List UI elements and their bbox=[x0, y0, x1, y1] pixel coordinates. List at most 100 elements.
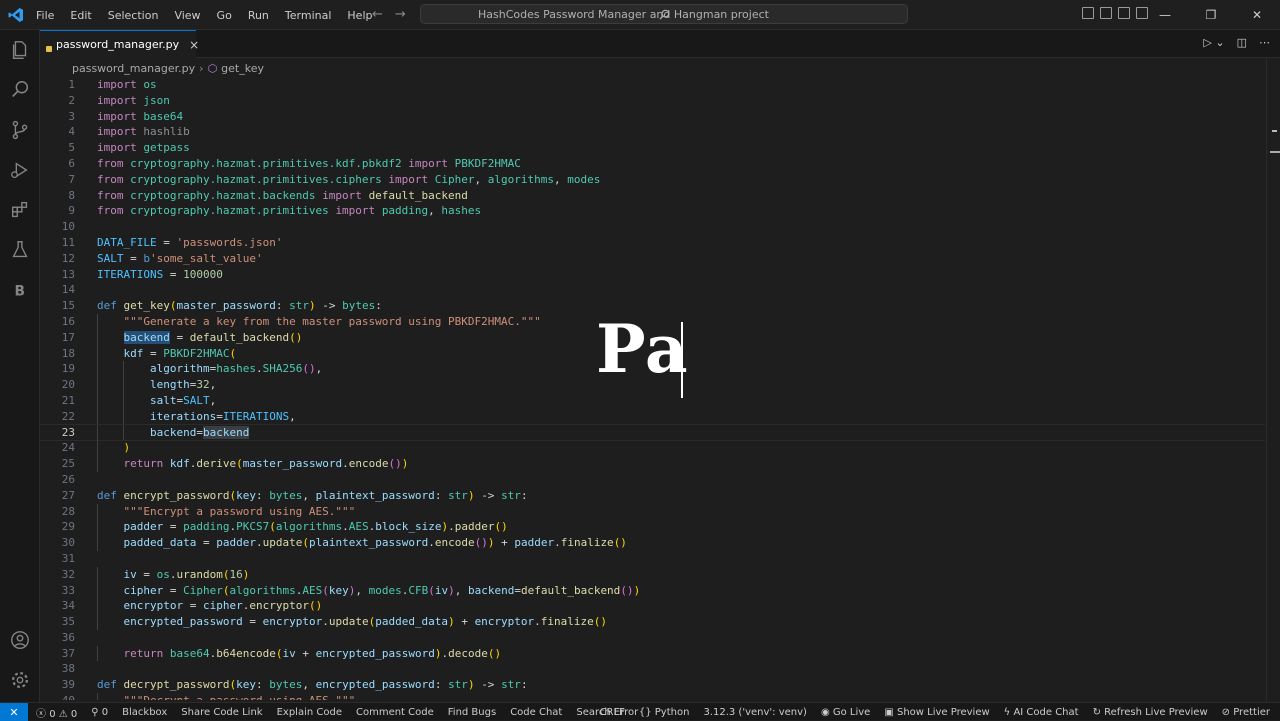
status-prettier[interactable]: ⊘ Prettier bbox=[1222, 707, 1270, 718]
menu-terminal[interactable]: Terminal bbox=[277, 9, 340, 22]
account-icon[interactable] bbox=[8, 628, 32, 652]
code-line[interactable]: 12 SALT = b'some_salt_value' bbox=[40, 251, 1265, 267]
status-go-live[interactable]: ◉ Go Live bbox=[821, 707, 870, 718]
line-number: 37 bbox=[61, 646, 75, 660]
code-line[interactable]: 10 bbox=[40, 219, 1265, 235]
line-number: 20 bbox=[61, 378, 75, 392]
forward-arrow-icon[interactable]: → bbox=[395, 7, 418, 22]
command-center-search[interactable]: HashCodes Password Manager and Hangman p… bbox=[420, 4, 908, 24]
code-line[interactable]: 1 import os bbox=[40, 77, 1265, 93]
code-line[interactable]: 36 bbox=[40, 630, 1265, 646]
code-line[interactable]: 14 bbox=[40, 282, 1265, 298]
breadcrumb-file[interactable]: password_manager.py bbox=[72, 62, 195, 75]
code-line[interactable]: 35 encrypted_password = encryptor.update… bbox=[40, 614, 1265, 630]
toggle-panel-icon[interactable] bbox=[1100, 7, 1112, 19]
menu-selection[interactable]: Selection bbox=[100, 9, 167, 22]
code-line[interactable]: 9 from cryptography.hazmat.primitives imp… bbox=[40, 203, 1265, 219]
code-line[interactable]: 26 bbox=[40, 472, 1265, 488]
menu-file[interactable]: File bbox=[28, 9, 62, 22]
code-editor[interactable]: 1 import os 2 import json 3 import base64 4 imp… bbox=[40, 77, 1265, 700]
code-line[interactable]: 33 cipher = Cipher(algorithms.AES(key), … bbox=[40, 582, 1265, 599]
line-number: 35 bbox=[61, 615, 75, 629]
code-line[interactable]: 21 salt=SALT, bbox=[40, 392, 1265, 409]
run-file-icon[interactable]: ▷ ⌄ bbox=[1203, 36, 1224, 49]
toggle-secondary-sidebar-icon[interactable] bbox=[1118, 7, 1130, 19]
line-number: 32 bbox=[61, 567, 75, 581]
status-language[interactable]: {} Python bbox=[639, 707, 690, 718]
code-line[interactable]: 7 from cryptography.hazmat.primitives.cip… bbox=[40, 172, 1265, 188]
status-comment-code[interactable]: Comment Code bbox=[356, 707, 434, 718]
editor-scrollbar[interactable] bbox=[1266, 58, 1280, 702]
code-text: """Generate a key from the master passwo… bbox=[123, 314, 541, 328]
tab-label: password_manager.py bbox=[56, 38, 180, 51]
maximize-icon[interactable]: ❐ bbox=[1188, 0, 1234, 30]
code-line[interactable]: 6 from cryptography.hazmat.primitives.kdf… bbox=[40, 156, 1265, 172]
line-number: 2 bbox=[68, 93, 75, 107]
ports-indicator[interactable]: ⚲ 0 bbox=[91, 707, 108, 718]
code-line[interactable]: 31 bbox=[40, 551, 1265, 567]
preview-icon: ▣ bbox=[884, 706, 894, 718]
code-line[interactable]: 39 def decrypt_password(key: bytes, encry… bbox=[40, 677, 1265, 693]
minimize-icon[interactable]: — bbox=[1142, 0, 1188, 30]
status-ai-chat[interactable]: ϟ AI Code Chat bbox=[1004, 707, 1079, 718]
blackbox-icon[interactable]: B bbox=[8, 278, 32, 302]
code-line[interactable]: 29 padder = padding.PKCS7(algorithms.AES… bbox=[40, 519, 1265, 536]
testing-flask-icon[interactable] bbox=[8, 238, 32, 262]
code-line[interactable]: 40 """Decrypt a password using AES.""" bbox=[40, 693, 1265, 700]
source-control-icon[interactable] bbox=[8, 118, 32, 142]
code-text: SALT = b'some_salt_value' bbox=[97, 251, 263, 265]
search-view-icon[interactable] bbox=[8, 78, 32, 102]
status-code-chat[interactable]: Code Chat bbox=[510, 707, 562, 718]
code-line[interactable]: 25 return kdf.derive(master_password.enc… bbox=[40, 456, 1265, 472]
back-arrow-icon[interactable]: ← bbox=[372, 7, 395, 22]
problems-indicator[interactable]: ⓧ 0 ⚠ 0 bbox=[36, 705, 77, 720]
code-line[interactable]: 28 """Encrypt a password using AES.""" bbox=[40, 503, 1265, 520]
close-tab-icon[interactable]: × bbox=[189, 38, 199, 52]
code-line[interactable]: 38 bbox=[40, 661, 1265, 677]
status-interpreter[interactable]: 3.12.3 ('venv': venv) bbox=[703, 707, 807, 718]
live-preview-label: Show Live Preview bbox=[896, 706, 990, 718]
breadcrumb-symbol[interactable]: get_key bbox=[221, 62, 264, 75]
status-eol[interactable]: CRLF bbox=[600, 707, 625, 718]
remote-indicator-icon[interactable]: ✕ bbox=[0, 703, 28, 721]
menu-go[interactable]: Go bbox=[209, 9, 240, 22]
explorer-icon[interactable] bbox=[8, 38, 32, 62]
code-line[interactable]: 37 return base64.b64encode(iv + encrypte… bbox=[40, 645, 1265, 662]
code-line[interactable]: 22 iterations=ITERATIONS, bbox=[40, 408, 1265, 425]
line-number: 1 bbox=[68, 78, 75, 91]
menu-view[interactable]: View bbox=[166, 9, 208, 22]
settings-gear-icon[interactable] bbox=[8, 668, 32, 692]
extensions-icon[interactable] bbox=[8, 198, 32, 222]
code-line[interactable]: 4 import hashlib bbox=[40, 124, 1265, 140]
status-explain-code[interactable]: Explain Code bbox=[277, 707, 342, 718]
code-line[interactable]: 2 import json bbox=[40, 93, 1265, 109]
code-line[interactable]: 24 ) bbox=[40, 440, 1265, 457]
close-window-icon[interactable]: ✕ bbox=[1234, 0, 1280, 30]
status-blackbox[interactable]: Blackbox bbox=[122, 707, 167, 718]
status-find-bugs[interactable]: Find Bugs bbox=[448, 707, 496, 718]
line-number: 11 bbox=[61, 235, 75, 249]
code-text: padded_data = padder.update(plaintext_pa… bbox=[123, 536, 627, 550]
code-line[interactable]: 23 backend=backend bbox=[40, 423, 1265, 442]
status-refresh-preview[interactable]: ↻ Refresh Live Preview bbox=[1093, 707, 1208, 718]
code-line[interactable]: 34 encryptor = cipher.encryptor() bbox=[40, 598, 1265, 615]
broadcast-icon: ◉ bbox=[820, 706, 830, 718]
code-line[interactable]: 27 def encrypt_password(key: bytes, plain… bbox=[40, 488, 1265, 504]
code-line[interactable]: 5 import getpass bbox=[40, 140, 1265, 156]
status-live-preview[interactable]: ▣ Show Live Preview bbox=[884, 707, 989, 718]
code-line[interactable]: 32 iv = os.urandom(16) bbox=[40, 566, 1265, 583]
toggle-sidebar-icon[interactable] bbox=[1082, 7, 1094, 19]
code-line[interactable]: 3 import base64 bbox=[40, 109, 1265, 125]
more-actions-icon[interactable]: ⋯ bbox=[1259, 36, 1270, 49]
split-editor-icon[interactable]: ◫ bbox=[1237, 36, 1247, 49]
status-share-code-link[interactable]: Share Code Link bbox=[181, 707, 262, 718]
code-line[interactable]: 30 padded_data = padder.update(plaintext… bbox=[40, 535, 1265, 551]
code-line[interactable]: 11 DATA_FILE = 'passwords.json' bbox=[40, 235, 1265, 251]
menu-run[interactable]: Run bbox=[240, 9, 277, 22]
menu-edit[interactable]: Edit bbox=[62, 9, 99, 22]
run-debug-icon[interactable] bbox=[8, 158, 32, 182]
tab-password-manager[interactable]: password_manager.py × bbox=[40, 30, 199, 58]
vscode-logo-icon bbox=[8, 8, 23, 22]
code-line[interactable]: 13 ITERATIONS = 100000 bbox=[40, 267, 1265, 283]
code-line[interactable]: 8 from cryptography.hazmat.backends impor… bbox=[40, 188, 1265, 204]
